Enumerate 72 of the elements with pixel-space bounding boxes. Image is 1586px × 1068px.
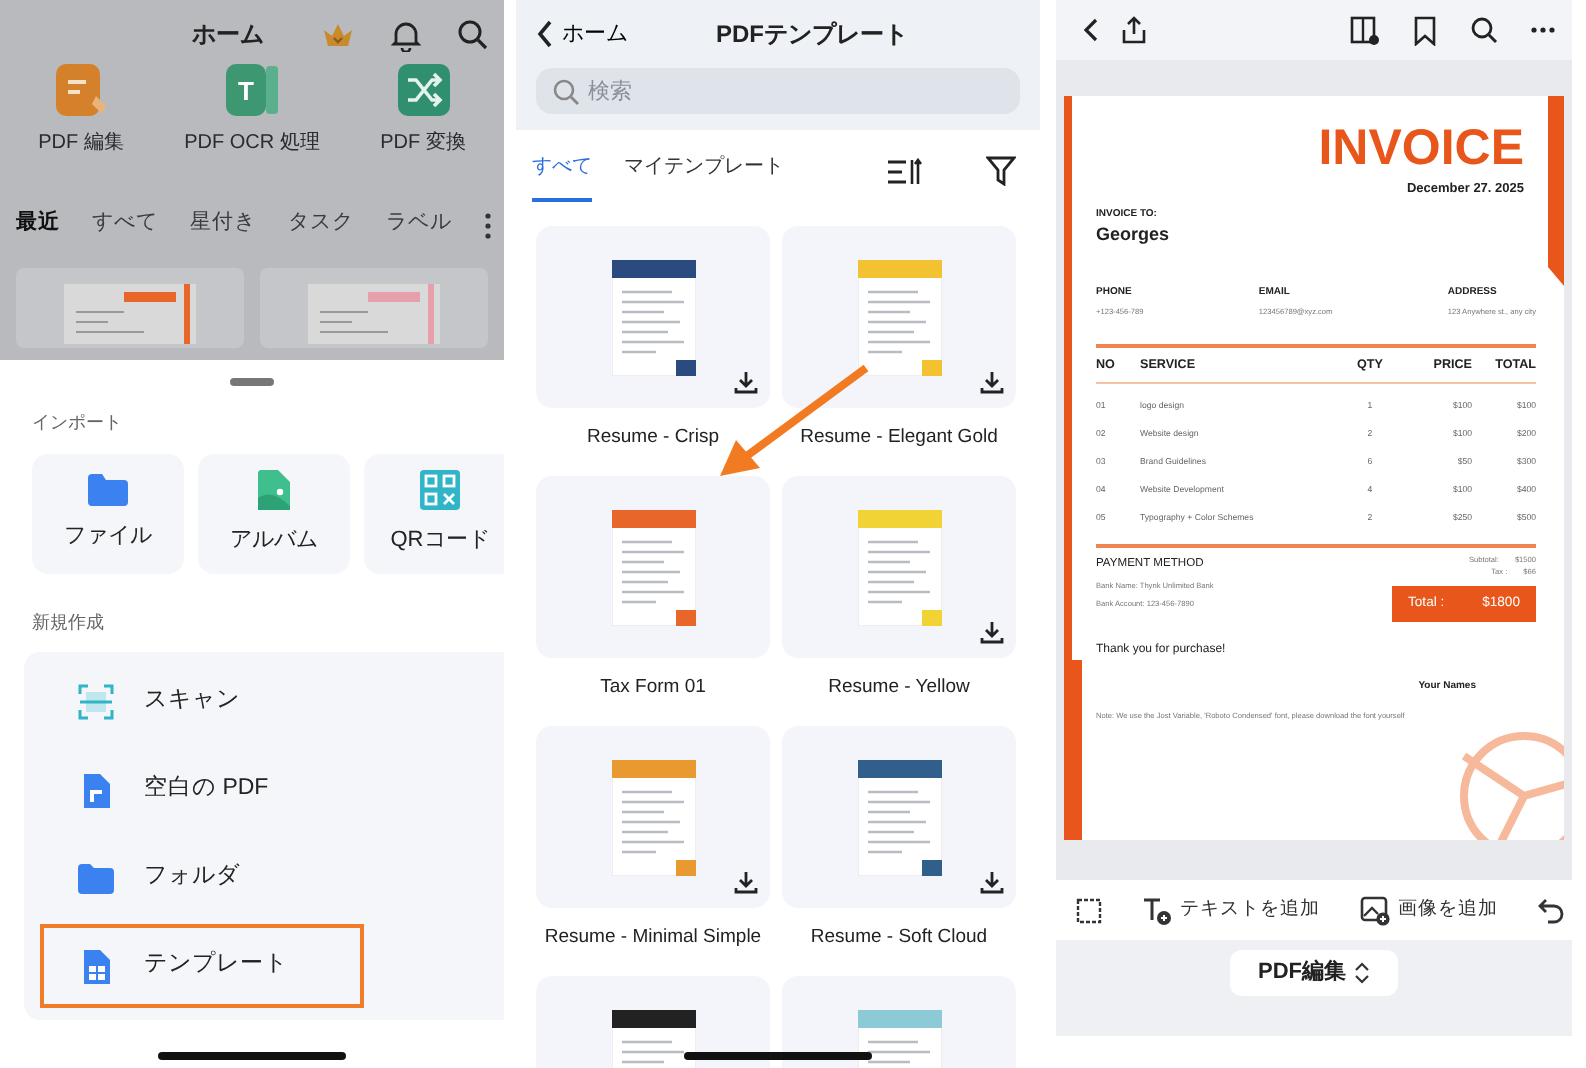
template-name: Tax Form 01 xyxy=(598,674,708,702)
folder-icon xyxy=(86,472,130,509)
more-icon[interactable] xyxy=(484,211,492,240)
template-name: Resume - Soft Cloud xyxy=(808,924,990,952)
tab[interactable]: 最近 xyxy=(16,206,60,252)
mode-dropdown[interactable]: PDF編集 xyxy=(1230,950,1398,996)
tab[interactable]: すべて xyxy=(532,152,592,202)
template-name: Resume - Crisp xyxy=(585,424,721,452)
more-icon[interactable] xyxy=(1530,26,1556,34)
download-icon[interactable] xyxy=(734,370,758,394)
toolbar-button[interactable]: テキストを追加 xyxy=(1142,895,1320,925)
import-option[interactable]: QRコード xyxy=(364,453,504,573)
document-icon xyxy=(81,771,111,809)
undo-icon[interactable] xyxy=(1538,897,1564,923)
invoice-title: INVOICE xyxy=(1316,124,1526,174)
updown-chevron-icon xyxy=(1354,962,1370,984)
download-icon[interactable] xyxy=(734,870,758,894)
file-thumbnail[interactable] xyxy=(16,267,244,348)
sheet-handle[interactable] xyxy=(230,378,274,386)
search-icon[interactable] xyxy=(456,18,488,50)
shuffle-icon xyxy=(393,60,453,120)
section-heading: 新規作成 xyxy=(30,609,106,635)
folder-icon xyxy=(76,861,116,895)
scan-icon xyxy=(78,684,114,720)
client-name: Georges xyxy=(1096,222,1172,249)
select-box-icon[interactable] xyxy=(1076,897,1102,923)
add-text-icon xyxy=(1142,895,1172,925)
create-option[interactable]: スキャン xyxy=(40,660,364,744)
download-icon[interactable] xyxy=(980,870,1004,894)
create-option[interactable]: テンプレート xyxy=(40,924,364,1008)
bookmark-icon[interactable] xyxy=(1412,15,1438,45)
template-card[interactable] xyxy=(782,726,1016,908)
template-name: Resume - Minimal Simple xyxy=(542,924,764,952)
back-icon[interactable] xyxy=(1084,18,1100,42)
create-option[interactable]: フォルダ xyxy=(40,836,364,920)
download-icon[interactable] xyxy=(980,370,1004,394)
share-icon[interactable] xyxy=(1120,16,1148,44)
back-button[interactable]: ホーム xyxy=(536,17,716,51)
template-name: Resume - Yellow xyxy=(826,674,972,702)
create-option[interactable]: 空白の PDF xyxy=(40,748,364,832)
chevron-left-icon xyxy=(536,20,554,48)
add-image-icon xyxy=(1360,895,1390,925)
toolbar-button[interactable]: 画像を追加 xyxy=(1360,895,1498,925)
bell-icon[interactable] xyxy=(388,17,424,51)
import-option[interactable]: ファイル xyxy=(32,453,184,573)
template-document-icon xyxy=(81,947,111,985)
file-thumbnail[interactable] xyxy=(260,267,488,348)
section-heading: インポート xyxy=(30,410,124,436)
download-icon[interactable] xyxy=(980,620,1004,644)
template-name: Resume - Elegant Gold xyxy=(798,424,1000,452)
tool-button[interactable]: PDF 編集 xyxy=(38,60,124,158)
book-icon[interactable] xyxy=(1350,15,1380,45)
tab[interactable]: マイテンプレート xyxy=(624,152,784,202)
ocr-icon-letter: T xyxy=(238,76,254,106)
sort-icon[interactable] xyxy=(886,158,922,186)
tab[interactable]: すべて xyxy=(92,206,158,252)
tool-button[interactable]: PDF 変換 xyxy=(380,60,466,158)
import-option[interactable]: アルバム xyxy=(198,453,350,573)
search-icon xyxy=(552,78,580,106)
tool-button[interactable]: T PDF OCR 処理 xyxy=(184,60,320,158)
pencil-document-icon xyxy=(51,60,111,120)
screen-title: ホーム xyxy=(192,18,266,52)
search-icon[interactable] xyxy=(1470,16,1498,44)
screen-title: PDFテンプレート xyxy=(716,18,908,52)
tab[interactable]: タスク xyxy=(288,206,354,252)
photo-document-icon xyxy=(256,468,292,513)
template-card[interactable] xyxy=(536,226,770,408)
filter-icon[interactable] xyxy=(986,156,1016,186)
search-field[interactable]: 検索 xyxy=(536,68,1020,114)
qr-code-icon xyxy=(418,468,462,513)
tab[interactable]: ラベル xyxy=(386,206,452,252)
tab[interactable]: 星付き xyxy=(190,206,256,252)
